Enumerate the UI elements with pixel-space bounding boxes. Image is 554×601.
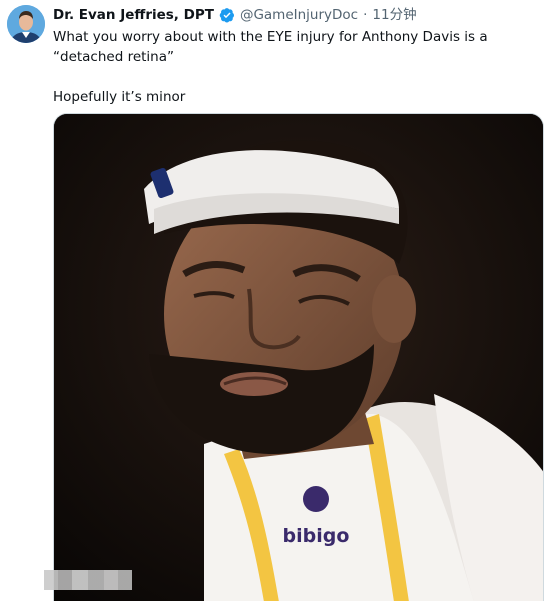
tweet-text: What you worry about with the EYE injury… <box>53 27 543 107</box>
tweet-timestamp[interactable]: 11分钟 <box>372 5 416 25</box>
header-separator: · <box>363 7 368 23</box>
author-display-name[interactable]: Dr. Evan Jeffries, DPT <box>53 5 214 25</box>
player-photo: bibigo <box>54 114 543 601</box>
watermark-overlay <box>44 570 132 590</box>
tweet-text-line-2: Hopefully it’s minor <box>53 89 186 105</box>
author-handle[interactable]: @GameInjuryDoc <box>240 5 358 25</box>
tweet-media-photo[interactable]: bibigo <box>53 113 544 601</box>
tweet-card[interactable]: Dr. Evan Jeffries, DPT @GameInjuryDoc · … <box>0 0 554 601</box>
jersey-sponsor-text: bibigo <box>283 525 350 547</box>
author-avatar[interactable] <box>7 5 45 43</box>
tweet-text-line-1: What you worry about with the EYE injury… <box>53 29 488 65</box>
verified-badge-icon <box>219 7 235 23</box>
tweet-header: Dr. Evan Jeffries, DPT @GameInjuryDoc · … <box>53 5 417 25</box>
avatar-image <box>7 5 45 43</box>
